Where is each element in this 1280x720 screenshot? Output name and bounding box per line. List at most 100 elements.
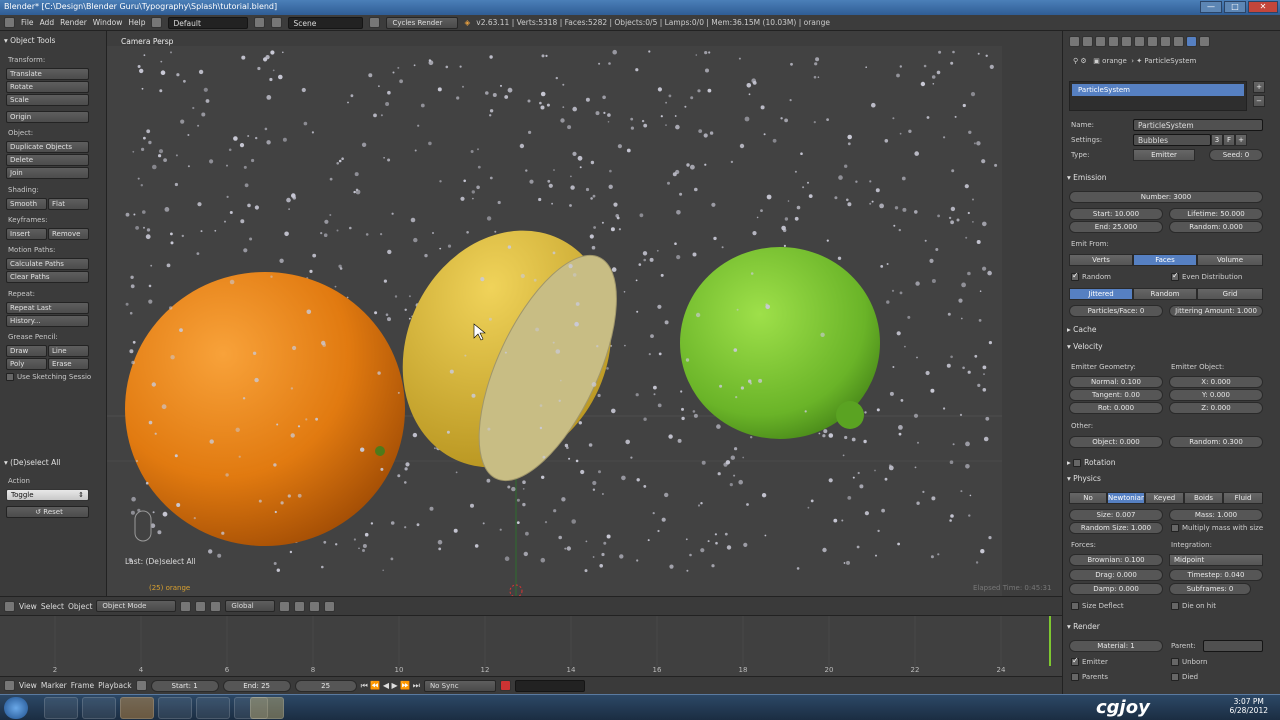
menu-help[interactable]: Help (128, 18, 145, 27)
settings-field[interactable]: Bubbles (1133, 134, 1211, 146)
died-checkbox[interactable]: Died (1171, 673, 1198, 681)
origin-button[interactable]: Origin (6, 111, 89, 123)
rotation-panel-header[interactable]: ▸ Rotation (1067, 458, 1116, 467)
menu-add[interactable]: Add (40, 18, 55, 27)
constraints-tab-icon[interactable] (1121, 36, 1132, 47)
menu-render[interactable]: Render (60, 18, 87, 27)
object-y-velocity-field[interactable]: Y: 0.000 (1169, 389, 1263, 401)
orange-object[interactable] (125, 272, 405, 546)
calculate-paths-button[interactable]: Calculate Paths (6, 258, 89, 270)
drag-field[interactable]: Drag: 0.000 (1069, 569, 1163, 581)
remove-particle-system-button[interactable]: − (1253, 95, 1265, 107)
physics-tab-icon[interactable] (1199, 36, 1210, 47)
type-select[interactable]: Emitter (1133, 149, 1195, 161)
seed-field[interactable]: Seed: 0 (1209, 149, 1263, 161)
explorer-taskbar-icon[interactable] (250, 697, 284, 719)
minimize-button[interactable]: — (1200, 1, 1222, 13)
size-deflect-checkbox[interactable]: Size Deflect (1071, 602, 1124, 610)
emission-panel-header[interactable]: ▾ Emission (1067, 173, 1107, 182)
delete-button[interactable]: Delete (6, 154, 89, 166)
record-icon[interactable] (499, 680, 511, 691)
settings-users[interactable]: 3 (1211, 134, 1223, 146)
normal-velocity-field[interactable]: Normal: 0.100 (1069, 376, 1163, 388)
reset-button[interactable]: ↺ Reset (6, 506, 89, 518)
object-tab-icon[interactable] (1108, 36, 1119, 47)
object-x-velocity-field[interactable]: X: 0.000 (1169, 376, 1263, 388)
parent-field[interactable] (1203, 640, 1263, 652)
menu-select[interactable]: Select (41, 602, 64, 611)
menu-marker[interactable]: Marker (41, 681, 67, 690)
keying-set-field[interactable] (514, 679, 585, 692)
sync-select[interactable]: No Sync (423, 679, 496, 692)
editor-type-icon[interactable] (4, 17, 15, 28)
add-particle-system-button[interactable]: + (1253, 81, 1265, 93)
layers-icon-2[interactable] (294, 600, 306, 612)
clear-paths-button[interactable]: Clear Paths (6, 271, 89, 283)
texture-tab-icon[interactable] (1173, 36, 1184, 47)
poly-button[interactable]: Poly (6, 358, 47, 370)
data-tab-icon[interactable] (1147, 36, 1158, 47)
system-clock[interactable]: 3:07 PM 6/28/2012 (1230, 697, 1268, 715)
scale-button[interactable]: Scale (6, 94, 89, 106)
action-select[interactable]: Toggle ⇕ (6, 489, 89, 501)
line-button[interactable]: Line (48, 345, 89, 357)
cache-panel-header[interactable]: ▸ Cache (1067, 325, 1096, 334)
app-taskbar-icon[interactable] (196, 697, 230, 719)
emit-verts-button[interactable]: Verts (1069, 254, 1133, 266)
orientation-select[interactable]: Global (225, 600, 276, 612)
random-velocity-field[interactable]: Random: 0.300 (1169, 436, 1263, 448)
fake-user-button[interactable]: F (1223, 134, 1235, 146)
draw-button[interactable]: Draw (6, 345, 47, 357)
size-field[interactable]: Size: 0.007 (1069, 509, 1163, 521)
notes-taskbar-icon[interactable] (158, 697, 192, 719)
menu-view[interactable]: View (19, 681, 37, 690)
menu-file[interactable]: File (21, 18, 34, 27)
operator-panel-header[interactable]: ▾ (De)select All (4, 458, 60, 467)
timestep-field[interactable]: Timestep: 0.040 (1169, 569, 1263, 581)
current-frame-field[interactable]: 25 (294, 679, 357, 692)
multiply-mass-checkbox[interactable]: Multiply mass with size (1171, 524, 1263, 532)
physics-fluid-button[interactable]: Fluid (1223, 492, 1263, 504)
start-frame-field[interactable]: Start: 1 (150, 679, 219, 692)
die-on-hit-checkbox[interactable]: Die on hit (1171, 602, 1216, 610)
end-field[interactable]: End: 25.000 (1069, 221, 1163, 233)
object-tools-header[interactable]: ▾ Object Tools (4, 36, 55, 45)
physics-keyed-button[interactable]: Keyed (1145, 492, 1184, 504)
add-scene-icon[interactable] (369, 17, 381, 28)
random-lifetime-field[interactable]: Random: 0.000 (1169, 221, 1263, 233)
world-tab-icon[interactable] (1095, 36, 1106, 47)
start-field[interactable]: Start: 10.000 (1069, 208, 1163, 220)
join-button[interactable]: Join (6, 167, 89, 179)
use-sketching-checkbox[interactable]: Use Sketching Sessio (6, 373, 91, 381)
close-button[interactable]: ✕ (1248, 1, 1278, 13)
menu-view[interactable]: View (19, 602, 37, 611)
insert-keyframe-button[interactable]: Insert (6, 228, 47, 240)
translate-button[interactable]: Translate (6, 68, 89, 80)
erase-button[interactable]: Erase (48, 358, 89, 370)
emit-faces-button[interactable]: Faces (1133, 254, 1197, 266)
smooth-button[interactable]: Smooth (6, 198, 47, 210)
scene-field[interactable]: Scene (288, 16, 364, 29)
lifetime-field[interactable]: Lifetime: 50.000 (1169, 208, 1263, 220)
subframes-field[interactable]: Subframes: 0 (1169, 583, 1251, 595)
render-panel-header[interactable]: ▾ Render (1067, 622, 1100, 631)
scene-icon[interactable] (271, 17, 283, 28)
add-layout-icon[interactable] (254, 17, 266, 28)
material-field[interactable]: Material: 1 (1069, 640, 1163, 652)
particles-tab-icon[interactable] (1186, 36, 1197, 47)
particle-system-list[interactable]: ParticleSystem (1069, 81, 1247, 111)
random-size-field[interactable]: Random Size: 1.000 (1069, 522, 1163, 534)
object-z-velocity-field[interactable]: Z: 0.000 (1169, 402, 1263, 414)
emitter-checkbox[interactable]: Emitter (1071, 656, 1108, 666)
parents-checkbox[interactable]: Parents (1071, 673, 1108, 681)
physics-panel-header[interactable]: ▾ Physics (1067, 474, 1101, 483)
random-checkbox[interactable]: Random (1071, 271, 1111, 281)
snap-icon[interactable] (309, 600, 321, 612)
jittering-amount-field[interactable]: Jittering Amount: 1.000 (1169, 305, 1263, 317)
menu-playback[interactable]: Playback (98, 681, 131, 690)
pivot-icon[interactable] (195, 600, 207, 612)
preview-range-icon[interactable] (135, 680, 147, 691)
editor-type-icon[interactable] (4, 680, 15, 691)
shading-icon[interactable] (180, 600, 192, 612)
rotate-button[interactable]: Rotate (6, 81, 89, 93)
